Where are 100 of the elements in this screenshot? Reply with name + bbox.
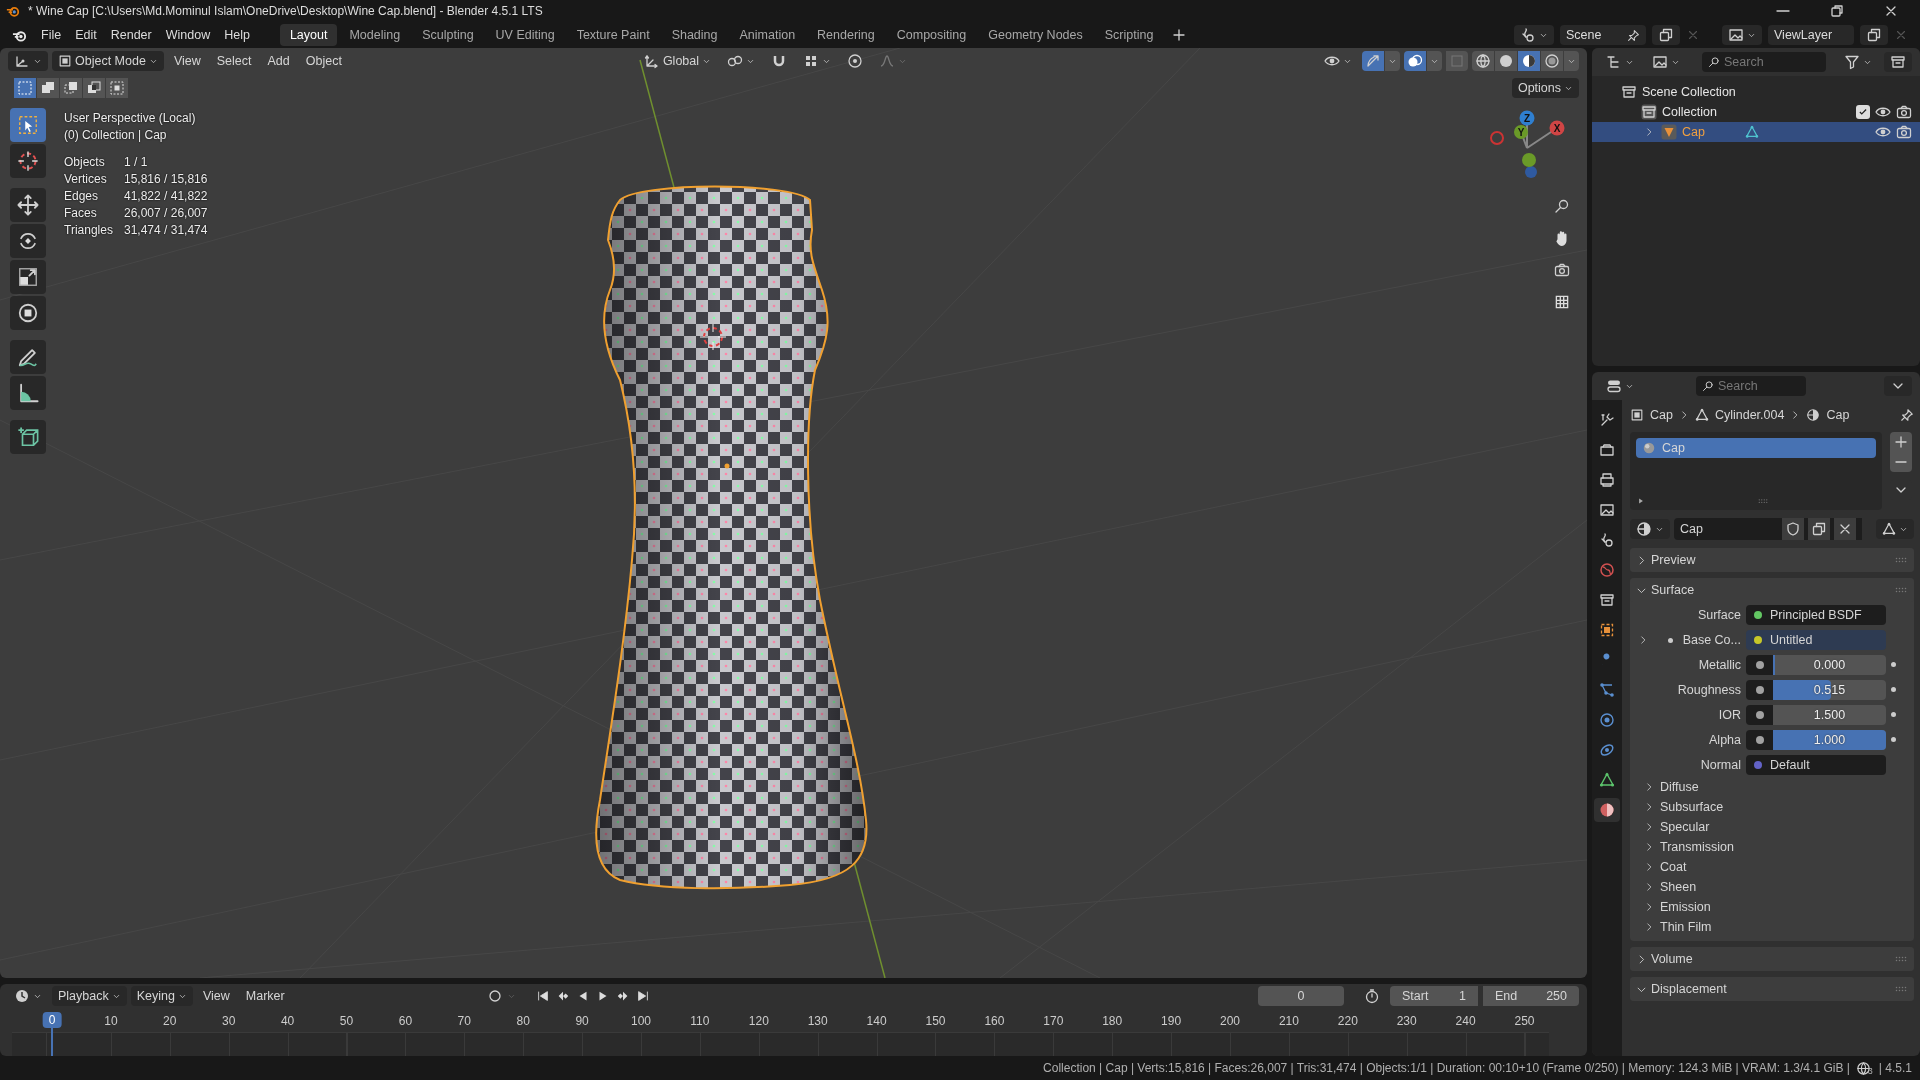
subpanel-header[interactable]: Sheen bbox=[1630, 877, 1914, 897]
scene-field[interactable]: Scene bbox=[1560, 25, 1646, 45]
menu-item[interactable]: Add bbox=[261, 51, 296, 71]
field-label: Metallic bbox=[1698, 657, 1741, 672]
item-label: Collection bbox=[1662, 105, 1717, 119]
workspace-tab[interactable]: Layout bbox=[279, 24, 338, 46]
current-frame-field[interactable]: 0 bbox=[1258, 986, 1344, 1006]
frame-tick-label: 150 bbox=[925, 1014, 946, 1028]
playhead[interactable]: 0 bbox=[42, 1012, 62, 1028]
workspace-tab[interactable]: Modeling bbox=[339, 24, 411, 46]
frame-tick-label: 170 bbox=[1043, 1014, 1064, 1028]
menu-item[interactable]: Select bbox=[210, 51, 258, 71]
frame-tick-label: 210 bbox=[1278, 1014, 1299, 1028]
workspace-tab[interactable]: Rendering bbox=[807, 24, 885, 46]
stat-value: 31,474 / 31,474 bbox=[124, 222, 208, 239]
tree-row[interactable]: Scene Collection bbox=[1592, 82, 1920, 102]
menu-item[interactable]: Window bbox=[159, 25, 217, 45]
menu-item[interactable]: Edit bbox=[69, 25, 103, 45]
version-text: | 4.5.1 bbox=[1878, 1061, 1912, 1075]
frame-tick-label: 200 bbox=[1220, 1014, 1240, 1028]
stat-label: Vertices bbox=[64, 171, 108, 188]
workspace-tab[interactable]: Texture Paint bbox=[566, 24, 660, 46]
menu-item[interactable]: File bbox=[35, 25, 68, 45]
frame-tick-label: 180 bbox=[1102, 1014, 1123, 1028]
start-frame-field[interactable]: Start 1 bbox=[1390, 986, 1478, 1006]
frame-tick-label: 100 bbox=[631, 1014, 651, 1028]
workspace-tab[interactable]: Shading bbox=[661, 24, 728, 46]
stat-value: 15,816 / 15,816 bbox=[124, 171, 208, 188]
frame-tick-label: 90 bbox=[575, 1014, 589, 1028]
frame-tick-label: 40 bbox=[280, 1014, 295, 1028]
subpanel-header[interactable]: Coat bbox=[1630, 857, 1914, 877]
menu-item[interactable]: Object bbox=[299, 51, 348, 71]
menu-item[interactable]: Marker bbox=[239, 986, 291, 1006]
menu-item[interactable]: Help bbox=[218, 25, 256, 45]
frame-tick-label: 230 bbox=[1396, 1014, 1417, 1028]
network-count-label: 3 bbox=[1867, 1065, 1873, 1076]
orientation-dropdown[interactable]: Global bbox=[637, 51, 718, 71]
end-frame-field[interactable]: End 250 bbox=[1483, 986, 1579, 1006]
frame-tick-label: 220 bbox=[1337, 1014, 1358, 1028]
stat-value: 26,007 / 26,007 bbox=[124, 205, 208, 222]
view-context: (0) Collection | Cap bbox=[64, 127, 168, 144]
search-field[interactable]: Search bbox=[1702, 52, 1826, 72]
item-label: Cap bbox=[1682, 125, 1705, 139]
workspace-tab[interactable]: Scripting bbox=[1094, 24, 1164, 46]
field-label: Roughness bbox=[1677, 682, 1741, 697]
subpanel-header[interactable]: Diffuse bbox=[1630, 777, 1914, 797]
workspace-tab[interactable]: Sculpting bbox=[412, 24, 484, 46]
node-input-field[interactable]: Default bbox=[1746, 754, 1886, 775]
frame-tick-label: 110 bbox=[690, 1014, 710, 1028]
mode-dropdown[interactable]: Object Mode bbox=[52, 51, 164, 71]
frame-tick-label: 60 bbox=[398, 1014, 413, 1028]
item-label: Scene Collection bbox=[1642, 85, 1736, 99]
breadcrumb-item: Cylinder.004 bbox=[1714, 408, 1785, 422]
window-title: * Wine Cap [C:\Users\Md.Mominul Islam\OneDrive\Desktop\Wine Cap.blend] - Blender 4.5.1 LTS bbox=[28, 4, 543, 18]
menu-item[interactable]: View bbox=[167, 51, 207, 71]
value-slider[interactable]: 1.000 bbox=[1773, 729, 1886, 750]
menu-dropdown[interactable]: Keying bbox=[130, 986, 193, 1006]
node-input-field[interactable]: Principled BSDF bbox=[1746, 604, 1886, 625]
stat-label: Triangles bbox=[64, 222, 114, 239]
stat-label: Edges bbox=[64, 188, 100, 205]
value-slider[interactable]: 0.000 bbox=[1773, 654, 1886, 675]
frame-tick-label: 190 bbox=[1161, 1014, 1182, 1028]
stat-value: 1 / 1 bbox=[124, 154, 149, 171]
stat-value: 41,822 / 41,822 bbox=[124, 188, 208, 205]
workspace-tab[interactable]: Animation bbox=[729, 24, 806, 46]
material-name-field[interactable]: Cap bbox=[1674, 518, 1862, 540]
subpanel-header[interactable]: Thin Film bbox=[1630, 917, 1914, 937]
subpanel-header[interactable]: Specular bbox=[1630, 817, 1914, 837]
options-dropdown[interactable]: Options bbox=[1511, 78, 1579, 98]
frame-tick-label: 140 bbox=[866, 1014, 887, 1028]
breadcrumb-item: Cap bbox=[1826, 408, 1850, 422]
field-label: Surface bbox=[1697, 607, 1741, 622]
status-text: Collection | Cap | Verts:15,816 | Faces:26,007 | Tris:31,474 | Objects:1/1 | Duration: 00:10+10 (Frame 0/250) | Memory: 124.3 MiB | VRAM: 1.3/4.1 GiB | bbox=[1043, 1061, 1850, 1075]
frame-tick-label: 20 bbox=[163, 1014, 177, 1028]
subpanel-header[interactable]: Transmission bbox=[1630, 837, 1914, 857]
tree-row[interactable]: Cap bbox=[1592, 122, 1920, 142]
frame-tick-label: 120 bbox=[748, 1014, 769, 1028]
field-label: Alpha bbox=[1709, 732, 1741, 747]
linked-input-field[interactable]: Untitled bbox=[1746, 629, 1886, 650]
tree-row[interactable]: Collection bbox=[1592, 102, 1920, 122]
menu-dropdown[interactable]: Playback bbox=[52, 986, 127, 1006]
workspace-tab[interactable]: Geometry Nodes bbox=[978, 24, 1093, 46]
frame-tick-label: 30 bbox=[222, 1014, 236, 1028]
subpanel-header[interactable]: Emission bbox=[1630, 897, 1914, 917]
view-layer-field[interactable]: ViewLayer bbox=[1768, 25, 1854, 45]
subpanel-header[interactable]: Subsurface bbox=[1630, 797, 1914, 817]
workspace-tab[interactable]: Compositing bbox=[886, 24, 977, 46]
stat-label: Objects bbox=[64, 154, 106, 171]
frame-tick-label: 10 bbox=[104, 1014, 118, 1028]
menu-item[interactable]: View bbox=[196, 986, 236, 1006]
number-field[interactable]: 1.500 bbox=[1773, 704, 1886, 725]
navigation-gizmo[interactable]: Z Y X bbox=[1490, 110, 1565, 178]
view-name: User Perspective (Local) bbox=[64, 110, 197, 127]
workspace-tab[interactable]: UV Editing bbox=[485, 24, 565, 46]
frame-tick-label: 70 bbox=[457, 1014, 471, 1028]
field-label: Base Co... bbox=[1682, 632, 1741, 647]
frame-tick-label: 130 bbox=[807, 1014, 828, 1028]
field-label: IOR bbox=[1718, 707, 1741, 722]
search-field[interactable]: Search bbox=[1696, 376, 1806, 396]
menu-item[interactable]: Render bbox=[104, 25, 158, 45]
